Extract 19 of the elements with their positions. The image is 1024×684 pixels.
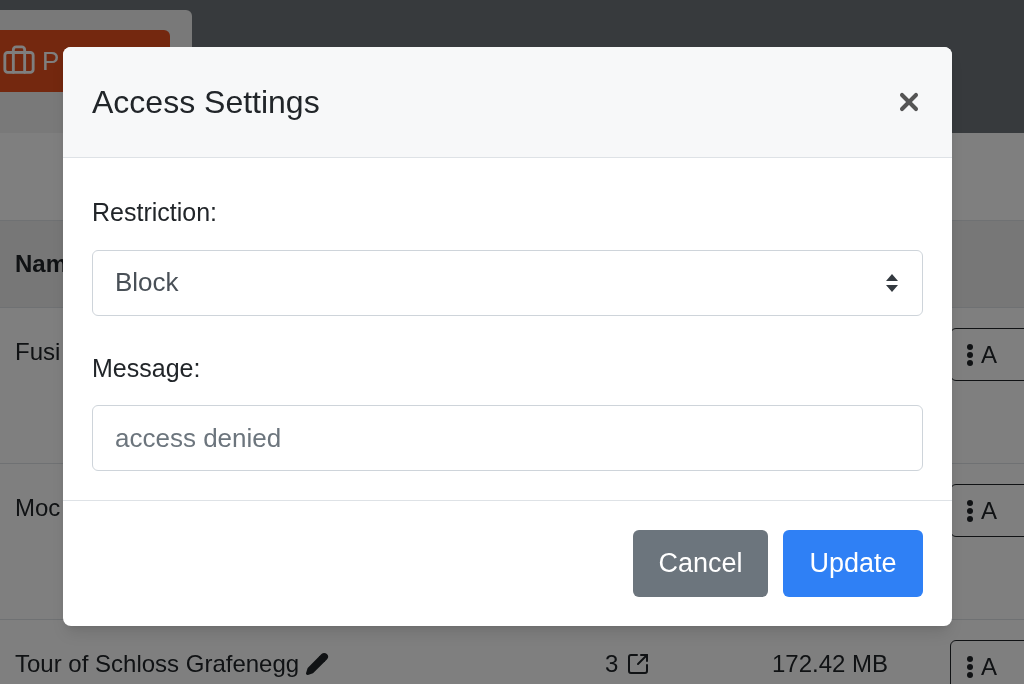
field-label: Restriction: xyxy=(92,197,219,228)
select-field[interactable]: Block xyxy=(92,249,923,316)
file-name: Fusi xyxy=(15,337,61,367)
field-label: Message: xyxy=(92,352,202,384)
more-icon xyxy=(967,499,973,522)
actions-button[interactable]: A xyxy=(950,640,1024,684)
more-icon xyxy=(967,343,973,366)
sort-icon xyxy=(884,272,900,293)
item-count: 3 xyxy=(605,649,619,679)
dialog-title: Access Settings xyxy=(92,83,320,122)
file-size: 172.42 MB xyxy=(772,650,889,677)
more-icon xyxy=(967,655,973,678)
cancel-button[interactable]: Cancel xyxy=(633,530,768,597)
file-name: Moc xyxy=(15,493,61,523)
pencil-icon[interactable] xyxy=(305,652,330,676)
external-link-icon[interactable] xyxy=(626,652,651,676)
file-name: Tour of Schloss Grafenegg xyxy=(15,649,300,679)
message-field[interactable]: access denied xyxy=(92,405,923,471)
update-button[interactable]: Update xyxy=(783,530,923,597)
